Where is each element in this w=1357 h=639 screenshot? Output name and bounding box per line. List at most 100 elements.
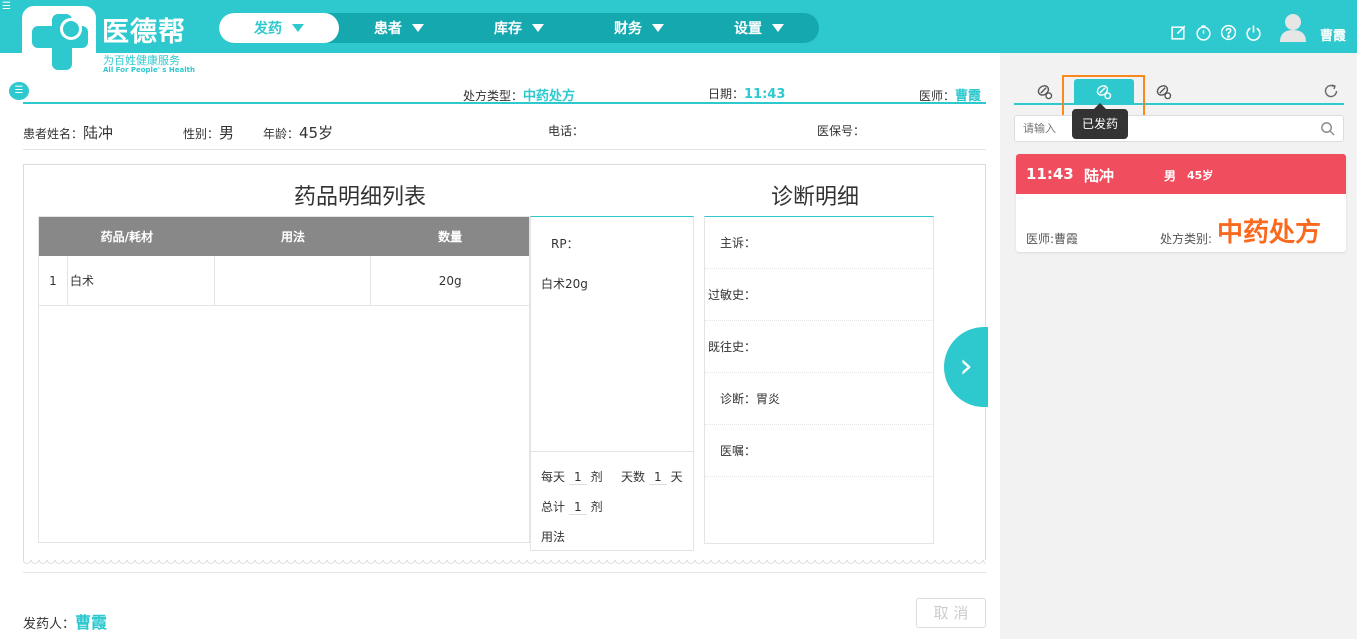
patient-name-value: 陆冲 (83, 124, 114, 142)
diagnosis-advice: 医嘱： (705, 425, 933, 477)
nav-item-label: 发药 (254, 21, 282, 37)
help-icon[interactable] (1220, 24, 1237, 41)
patient-gender: 性别：男 (183, 122, 234, 143)
diagnosis-chief-complaint: 主诉： (705, 217, 933, 269)
prescription-doctor: 医师：曹霞 (919, 85, 981, 104)
dispenser-label: 发药人： (23, 617, 76, 632)
nav-item-dispense[interactable]: 发药 (219, 13, 339, 43)
diagnosis-result: 诊断：胃炎 (705, 373, 933, 425)
power-icon[interactable] (1245, 24, 1262, 41)
doctor-label: 医师： (919, 89, 956, 103)
chevron-down-icon (412, 24, 424, 32)
list-item-doctor: 医师:曹霞 (1026, 232, 1079, 246)
usage-label: 用法 (541, 530, 566, 544)
list-item-age: 45岁 (1187, 169, 1214, 182)
chevron-down-icon (652, 24, 664, 32)
refresh-icon[interactable] (1323, 83, 1339, 99)
rp-dosage: 每天 1 剂 天数 1 天 总计 1 剂 用法 (531, 451, 693, 551)
chevron-down-icon (532, 24, 544, 32)
nav-item-label: 财务 (614, 21, 642, 37)
med-name: 白术 (68, 256, 215, 305)
med-quantity: 20g (438, 273, 462, 288)
footer-divider (23, 572, 986, 573)
cancel-button[interactable]: 取 消 (916, 598, 986, 628)
list-item-name: 陆冲 (1084, 167, 1115, 185)
list-item-type-label: 处方类别: (1160, 232, 1213, 246)
brand-name: 医德帮 (102, 17, 186, 48)
nav-item-label: 库存 (494, 21, 522, 37)
nav-item-label: 设置 (734, 21, 762, 37)
diagnosis-panel: 主诉： 过敏史： 既往史： 诊断：胃炎 医嘱： (704, 216, 934, 544)
med-usage (215, 256, 372, 305)
gender-label: 性别： (183, 127, 220, 141)
per-day-label: 每天 (541, 470, 566, 484)
list-item-gender: 男 (1164, 169, 1177, 183)
rp-label: RP： (551, 237, 579, 251)
total-input[interactable]: 1 (568, 500, 587, 515)
per-day-line: 每天 1 剂 (541, 468, 603, 485)
list-item-time: 11:43 (1026, 165, 1074, 183)
diagnosis-history: 既往史： (705, 321, 933, 373)
search-input[interactable] (1015, 116, 1295, 141)
dispenser-value: 曹霞 (75, 613, 108, 632)
per-day-input[interactable]: 1 (568, 470, 587, 485)
med-table-header: 药品/耗材 用法 数量 (39, 217, 529, 256)
age-value: 45岁 (299, 124, 334, 142)
right-panel: 已发药 11:43 陆冲 男 45岁 医师:曹霞 处方类别: 中药处方 (1000, 53, 1357, 639)
med-list-title: 药品明细列表 (294, 185, 427, 210)
med-table: 药品/耗材 用法 数量 1 白术 20g (38, 216, 530, 543)
patient-name-label: 患者姓名： (23, 127, 84, 141)
prescription-type: 处方类型：中药处方 (463, 85, 575, 104)
nav-item-patients[interactable]: 患者 (339, 13, 459, 43)
table-row[interactable]: 1 白术 20g (39, 256, 529, 306)
patient-name: 患者姓名：陆冲 (23, 122, 113, 143)
tooltip: 已发药 (1072, 103, 1128, 139)
user-name[interactable]: 曹霞 (1320, 25, 1346, 44)
search-icon[interactable] (1320, 121, 1335, 136)
column-header: 药品/耗材 (100, 230, 154, 244)
prescription-type-value: 中药处方 (523, 89, 576, 104)
total-label: 总计 (541, 500, 566, 514)
dose-unit: 剂 (590, 470, 603, 484)
prescription-info-row: 处方类型：中药处方 日期：11:43 医师：曹霞 (23, 80, 986, 104)
rp-content: 白术20g (541, 277, 588, 291)
nav-item-label: 患者 (374, 21, 402, 37)
gender-value: 男 (219, 124, 235, 142)
main-nav: 发药 患者 库存 财务 设置 (219, 13, 819, 43)
total-line: 总计 1 剂 (541, 498, 603, 515)
doctor-value: 曹霞 (955, 89, 982, 104)
prescription-date: 日期：11:43 (708, 85, 785, 102)
nav-item-settings[interactable]: 设置 (699, 13, 819, 43)
pill-returned-icon[interactable] (1155, 83, 1172, 100)
chevron-down-icon (292, 24, 304, 32)
column-header: 数量 (438, 230, 463, 244)
nav-item-finance[interactable]: 财务 (579, 13, 699, 43)
rp-panel: RP： 白术20g 每天 1 剂 天数 1 天 总计 1 剂 用法 (530, 216, 694, 551)
top-header: ☰ 医德帮 发药 患者 库存 财务 设置 曹霞 (0, 0, 1357, 78)
dispenser: 发药人：曹霞 (23, 609, 107, 633)
card-zigzag-edge (23, 560, 986, 566)
date-label: 日期： (708, 87, 745, 101)
patient-age: 年龄：45岁 (263, 122, 333, 143)
age-label: 年龄： (263, 127, 300, 141)
corner-menu-icon[interactable]: ☰ (2, 2, 11, 12)
days-unit: 天 (670, 470, 683, 484)
row-index: 1 (39, 256, 68, 305)
header-icons (1170, 24, 1262, 41)
days-input[interactable]: 1 (648, 470, 667, 485)
days-line: 天数 1 天 (621, 468, 683, 485)
insurance-label: 医保号： (817, 124, 866, 138)
logo-icon (22, 6, 96, 78)
edit-icon[interactable] (1170, 24, 1187, 41)
prescription-list-item[interactable]: 11:43 陆冲 男 45岁 医师:曹霞 处方类别: 中药处方 (1016, 154, 1346, 252)
search-box (1014, 115, 1344, 142)
patient-info-row: 患者姓名：陆冲 性别：男 年龄：45岁 电话： 医保号： (23, 118, 986, 150)
avatar[interactable] (1280, 12, 1306, 42)
nav-item-inventory[interactable]: 库存 (459, 13, 579, 43)
pill-pending-icon[interactable] (1036, 83, 1053, 100)
prescription-list-item-header: 11:43 陆冲 男 45岁 (1016, 154, 1346, 194)
total-unit: 剂 (590, 500, 603, 514)
diagnosis-allergy: 过敏史： (705, 269, 933, 321)
timer-icon[interactable] (1195, 24, 1212, 41)
column-header: 用法 (280, 230, 305, 244)
